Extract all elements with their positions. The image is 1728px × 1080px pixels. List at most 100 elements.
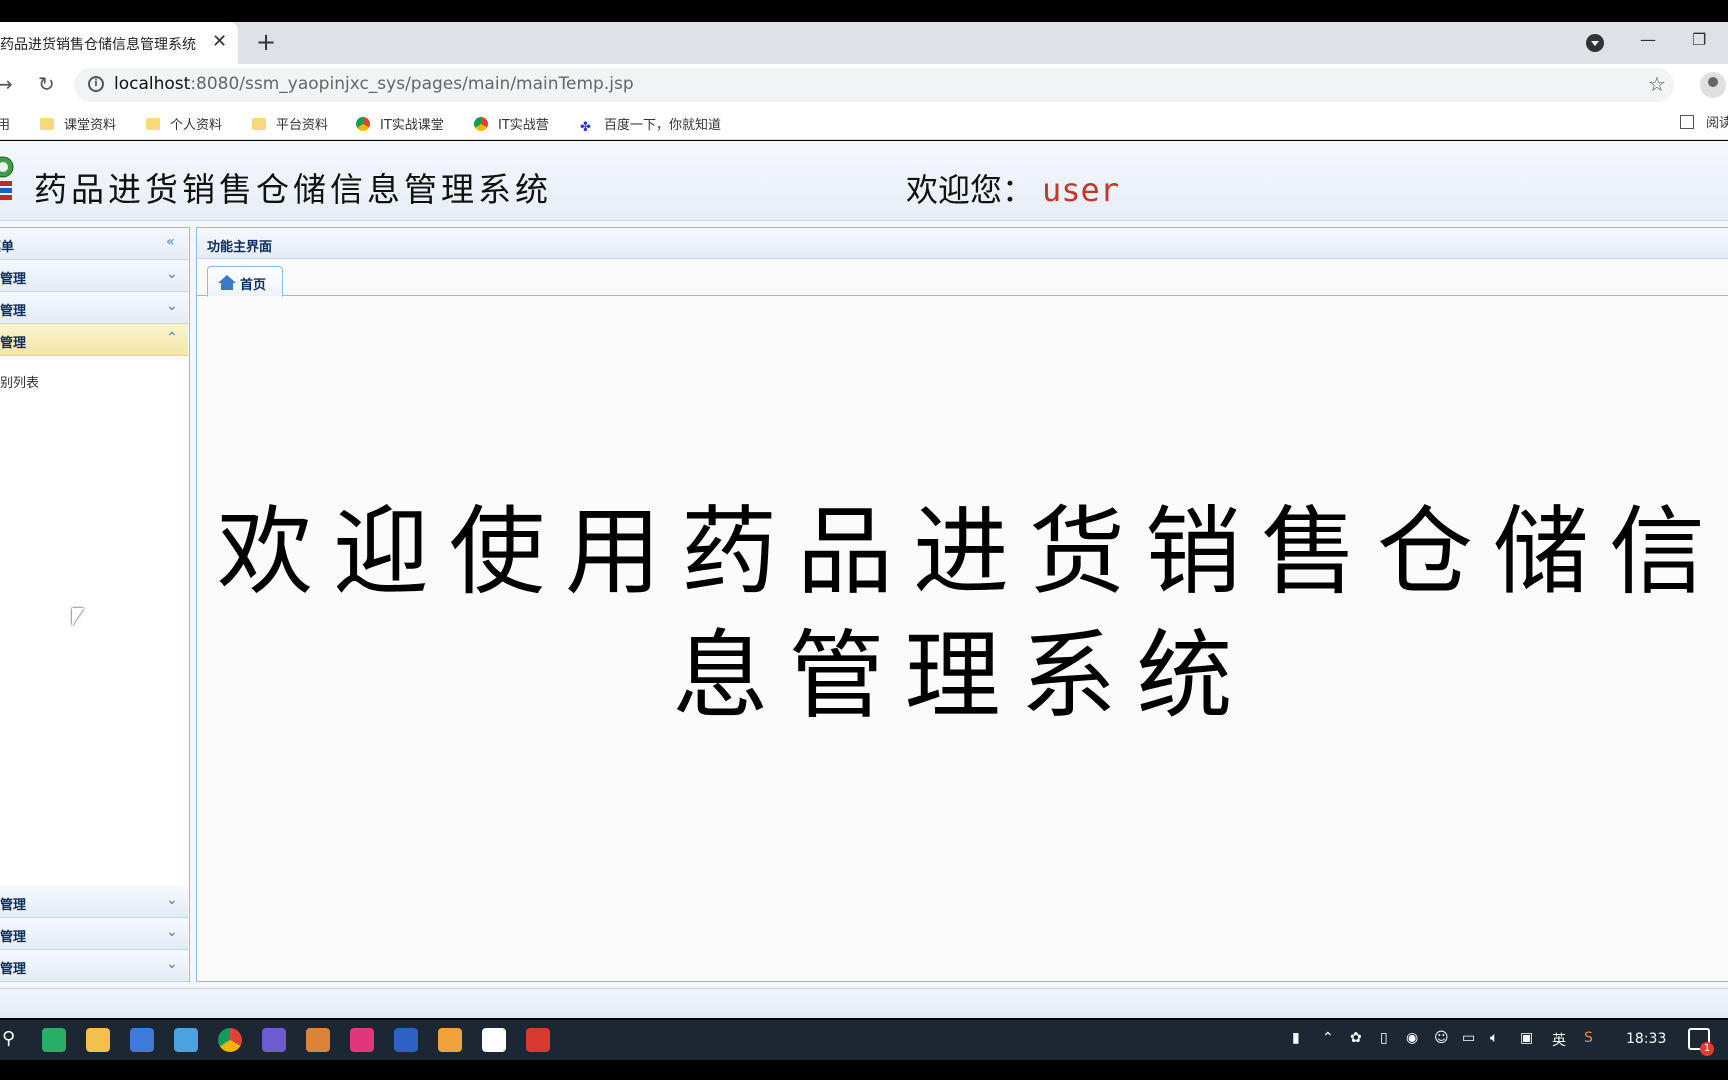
wechat-tray-icon[interactable]: ◉ — [1406, 1030, 1418, 1046]
sidebar-link[interactable]: 别列表 — [0, 372, 39, 391]
bookmark-label: IT实战课堂 — [380, 118, 444, 133]
microphone-icon[interactable]: ▯ — [1380, 1030, 1388, 1046]
app-logo-icon — [0, 156, 14, 200]
chevron-down-icon[interactable]: ⌄ — [166, 266, 178, 282]
bookmark-label: 个人资料 — [170, 118, 223, 133]
main-panel-title: 功能主界面 — [207, 240, 273, 255]
bookmark-apps[interactable]: 应用 — [0, 114, 10, 133]
folder-icon — [146, 118, 160, 130]
file-explorer-icon[interactable] — [86, 1028, 110, 1052]
reading-list-button[interactable]: 阅读 — [1680, 112, 1728, 131]
username: user — [1042, 171, 1120, 209]
content-tabs: 首页 — [197, 264, 1728, 297]
web-page: 药品进货销售仓储信息管理系统 欢迎您：user 菜单 « 管理 ⌄ 管理 ⌄ 管… — [0, 141, 1728, 1018]
battery-icon[interactable]: ▮ — [1292, 1030, 1300, 1046]
chevron-up-icon[interactable]: ⌃ — [1322, 1030, 1334, 1046]
wechat-icon[interactable] — [42, 1028, 66, 1052]
bookmark-star-icon[interactable]: ☆ — [1648, 72, 1666, 96]
page-footer — [0, 988, 1728, 1018]
collapse-sidebar-icon[interactable]: « — [166, 234, 175, 250]
app-title: 药品进货销售仓储信息管理系统 — [34, 170, 552, 209]
chevron-down-icon[interactable]: ⌄ — [166, 956, 178, 972]
welcome-banner-line1: 欢迎使用药品进货销售仓储信 — [217, 496, 1725, 608]
network-icon[interactable]: ▣ — [1520, 1030, 1533, 1046]
sidebar-panel[interactable]: 管理 ⌄ — [0, 292, 188, 324]
new-tab-button[interactable]: + — [256, 28, 276, 56]
taskbar-clock[interactable]: 18:33 — [1626, 1031, 1666, 1047]
ime-indicator[interactable]: 英 — [1552, 1030, 1566, 1050]
app-icon[interactable] — [394, 1028, 418, 1052]
chevron-down-icon[interactable]: ⌄ — [166, 892, 178, 908]
chrome-icon[interactable] — [218, 1028, 242, 1052]
minimize-icon[interactable]: — — [1640, 30, 1656, 49]
reading-list-icon — [1680, 115, 1694, 129]
screen: 药品进货销售仓储信息管理系统 ✕ + — ❐ → ↻ i localhost:8… — [0, 0, 1728, 1080]
reading-list-label: 阅读 — [1706, 116, 1728, 131]
main-panel-header: 功能主界面 — [197, 228, 1728, 259]
welcome-banner-line2: 息管理系统 — [672, 620, 1253, 732]
sidebar-panel[interactable]: 管理 ⌄ — [0, 918, 188, 950]
browser-tab[interactable]: 药品进货销售仓储信息管理系统 ✕ — [0, 22, 238, 64]
wps-icon[interactable] — [526, 1028, 550, 1052]
bookmark-item[interactable]: 个人资料 — [146, 114, 222, 133]
bookmark-item[interactable]: 课堂资料 — [40, 114, 116, 133]
sidebar-panel-label: 管理 — [0, 272, 27, 287]
address-bar[interactable]: i localhost:8080/ssm_yaopinjxc_sys/pages… — [74, 68, 1674, 102]
sidebar-panel-label: 管理 — [0, 898, 27, 913]
sidebar-panel-active[interactable]: 管理 ⌃ — [0, 324, 188, 356]
profile-icon[interactable] — [1700, 72, 1726, 98]
chevron-down-icon[interactable]: ⌄ — [166, 298, 178, 314]
intellij-icon[interactable] — [350, 1028, 374, 1052]
sidebar-panel-label: 管理 — [0, 930, 27, 945]
close-tab-icon[interactable]: ✕ — [212, 31, 227, 52]
bookmark-item[interactable]: ✤ 百度一下，你就知道 — [580, 114, 721, 135]
reload-icon[interactable]: ↻ — [38, 72, 55, 96]
chevron-down-icon[interactable]: ⌄ — [166, 924, 178, 940]
bookmark-label: 课堂资料 — [64, 118, 117, 133]
welcome-banner: 欢迎使用药品进货销售仓储信 息管理系统 — [197, 490, 1728, 738]
chrome-icon — [356, 117, 370, 131]
notification-badge: 1 — [1700, 1042, 1714, 1056]
sidebar-panel[interactable]: 管理 ⌄ — [0, 950, 188, 982]
restore-icon[interactable]: ❐ — [1692, 30, 1706, 49]
chrome-icon — [474, 117, 488, 131]
tray-app-icon[interactable]: ✿ — [1350, 1030, 1362, 1046]
sidebar-menu: 菜单 « 管理 ⌄ 管理 ⌄ 管理 ⌃ 别列表 管理 ⌄ 管理 ⌄ — [0, 227, 190, 982]
bookmark-label: IT实战营 — [498, 118, 549, 133]
chevron-up-icon[interactable]: ⌃ — [166, 330, 178, 346]
search-icon[interactable]: ⚲ — [2, 1028, 15, 1049]
app-icon[interactable] — [262, 1028, 286, 1052]
home-icon — [218, 275, 236, 290]
sidebar-panel-label: 管理 — [0, 962, 27, 977]
baidu-icon: ✤ — [580, 120, 591, 135]
sidebar-panel-label: 管理 — [0, 336, 27, 351]
tab-home[interactable]: 首页 — [207, 266, 283, 297]
tab-search-icon[interactable] — [1586, 34, 1604, 52]
sidebar-panel[interactable]: 管理 ⌄ — [0, 886, 188, 918]
app-icon[interactable] — [130, 1028, 154, 1052]
folder-icon — [40, 118, 54, 130]
bookmark-item[interactable]: IT实战课堂 — [356, 114, 444, 133]
browser-toolbar: → ↻ i localhost:8080/ssm_yaopinjxc_sys/p… — [0, 64, 1728, 106]
bookmarks-bar: 应用 课堂资料 个人资料 平台资料 IT实战课堂 IT实战营 ✤ 百度一下，你就知… — [0, 106, 1728, 140]
tray-app-icon[interactable]: S — [1584, 1030, 1593, 1046]
app-icon[interactable] — [482, 1028, 506, 1052]
bookmark-item[interactable]: IT实战营 — [474, 114, 549, 133]
main-panel: 功能主界面 首页 欢迎使用药品进货销售仓储信 息管理系统 — [196, 227, 1728, 982]
app-icon[interactable] — [438, 1028, 462, 1052]
site-info-icon[interactable]: i — [88, 76, 104, 92]
folder-icon — [252, 118, 266, 130]
taskbar: ⚲ ▮ ⌃ ✿ ▯ ◉ ☺ ▭ 🔈︎ ▣ 英 S 18:33 1 — [0, 1020, 1728, 1060]
app-icon[interactable] — [174, 1028, 198, 1052]
welcome-user: 欢迎您： user — [906, 165, 1119, 211]
forward-icon[interactable]: → — [0, 72, 13, 96]
bookmark-label: 百度一下，你就知道 — [604, 118, 722, 133]
tray-app-icon[interactable]: ☺ — [1434, 1030, 1449, 1046]
bookmark-apps-label: 应用 — [0, 118, 11, 133]
sidebar-panel[interactable]: 管理 ⌄ — [0, 260, 188, 292]
volume-icon[interactable]: 🔈︎ — [1490, 1030, 1498, 1046]
browser-tab-title: 药品进货销售仓储信息管理系统 — [0, 37, 196, 53]
bookmark-item[interactable]: 平台资料 — [252, 114, 328, 133]
keyboard-icon[interactable]: ▭ — [1462, 1030, 1475, 1046]
app-icon[interactable] — [306, 1028, 330, 1052]
